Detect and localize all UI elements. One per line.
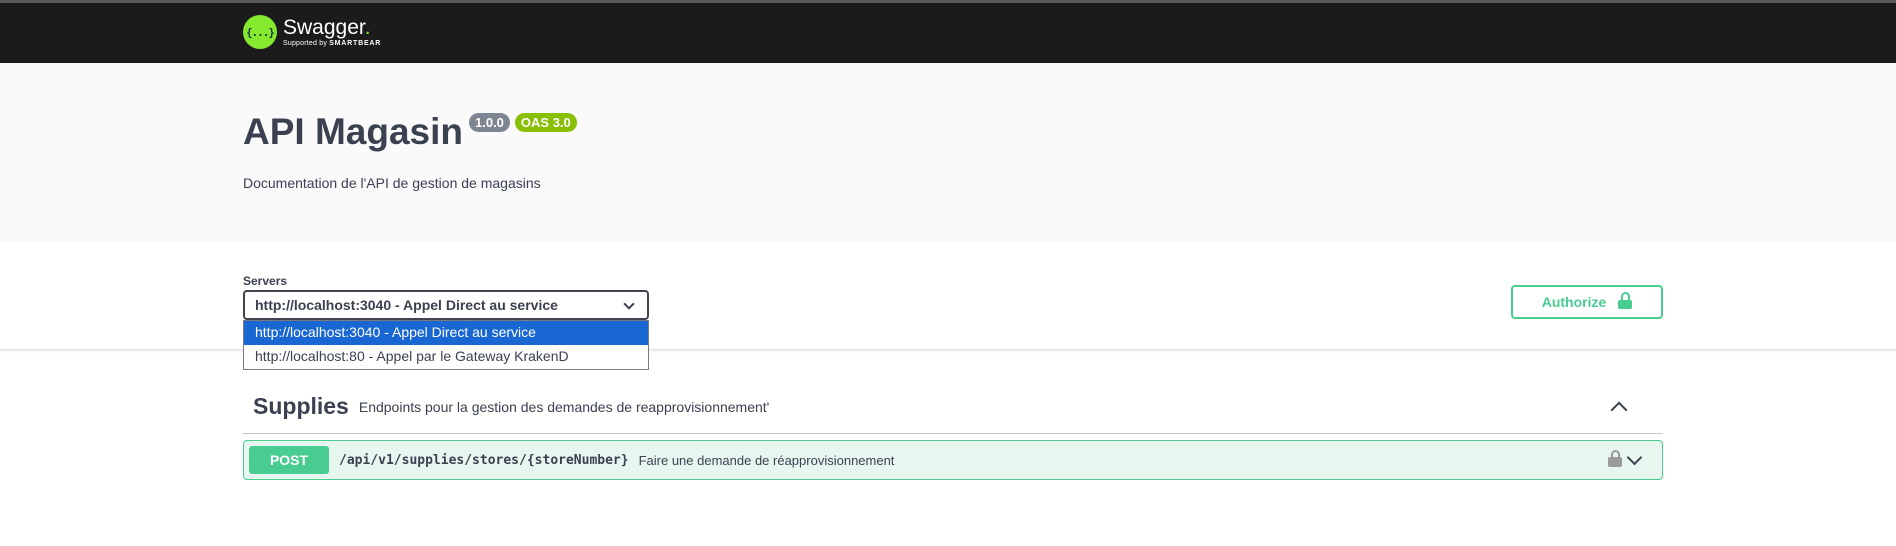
chevron-up-icon[interactable] xyxy=(1610,401,1628,419)
tag-name: Supplies xyxy=(253,393,349,419)
oas-badge: OAS 3.0 xyxy=(514,113,577,132)
tag-header[interactable]: Supplies Endpoints pour la gestion des d… xyxy=(243,380,1663,434)
tag-section-supplies: Supplies Endpoints pour la gestion des d… xyxy=(243,380,1663,480)
logo-supported: Supported by xyxy=(283,39,328,47)
server-option[interactable]: http://localhost:80 - Appel par le Gatew… xyxy=(244,345,648,369)
chevron-down-icon[interactable] xyxy=(1626,449,1643,466)
logo-text: Swagger. Supported by SMARTBEAR xyxy=(283,15,381,48)
server-dropdown-list: http://localhost:3040 - Appel Direct au … xyxy=(243,320,649,370)
server-option[interactable]: http://localhost:3040 - Appel Direct au … xyxy=(244,321,648,345)
info-section: API Magasin 1.0.0 OAS 3.0 Documentation … xyxy=(0,63,1896,242)
logo-dot: . xyxy=(364,15,371,39)
swagger-logo[interactable]: {...} Swagger. Supported by SMARTBEAR xyxy=(243,15,381,49)
server-select-value: http://localhost:3040 - Appel Direct au … xyxy=(255,297,558,313)
top-bar: {...} Swagger. Supported by SMARTBEAR xyxy=(0,0,1896,63)
operation-summary: Faire une demande de réapprovisionnement xyxy=(638,452,895,468)
authorize-label: Authorize xyxy=(1541,294,1607,310)
title-row: API Magasin 1.0.0 OAS 3.0 xyxy=(243,111,577,153)
operation-row[interactable]: POST /api/v1/supplies/stores/{storeNumbe… xyxy=(243,440,1663,480)
lock-icon[interactable] xyxy=(1608,450,1622,467)
tag-description: Endpoints pour la gestion des demandes d… xyxy=(358,398,770,415)
swagger-logo-icon: {...} xyxy=(243,15,277,49)
logo-title: Swagger. xyxy=(283,15,381,39)
logo-company: SMARTBEAR xyxy=(329,39,382,47)
lock-icon xyxy=(1618,292,1633,309)
api-description: Documentation de l'API de gestion de mag… xyxy=(243,175,541,191)
server-select[interactable]: http://localhost:3040 - Appel Direct au … xyxy=(243,290,649,320)
chevron-down-icon xyxy=(623,298,635,310)
method-badge: POST xyxy=(249,446,329,474)
version-badge: 1.0.0 xyxy=(469,113,510,132)
authorize-button[interactable]: Authorize xyxy=(1511,285,1663,319)
page-title: API Magasin xyxy=(243,111,463,152)
logo-name: Swagger xyxy=(283,15,365,39)
logo-subtitle: Supported by SMARTBEAR xyxy=(283,39,381,48)
servers-label: Servers xyxy=(243,274,288,288)
operation-path: /api/v1/supplies/stores/{storeNumber} xyxy=(339,452,629,468)
